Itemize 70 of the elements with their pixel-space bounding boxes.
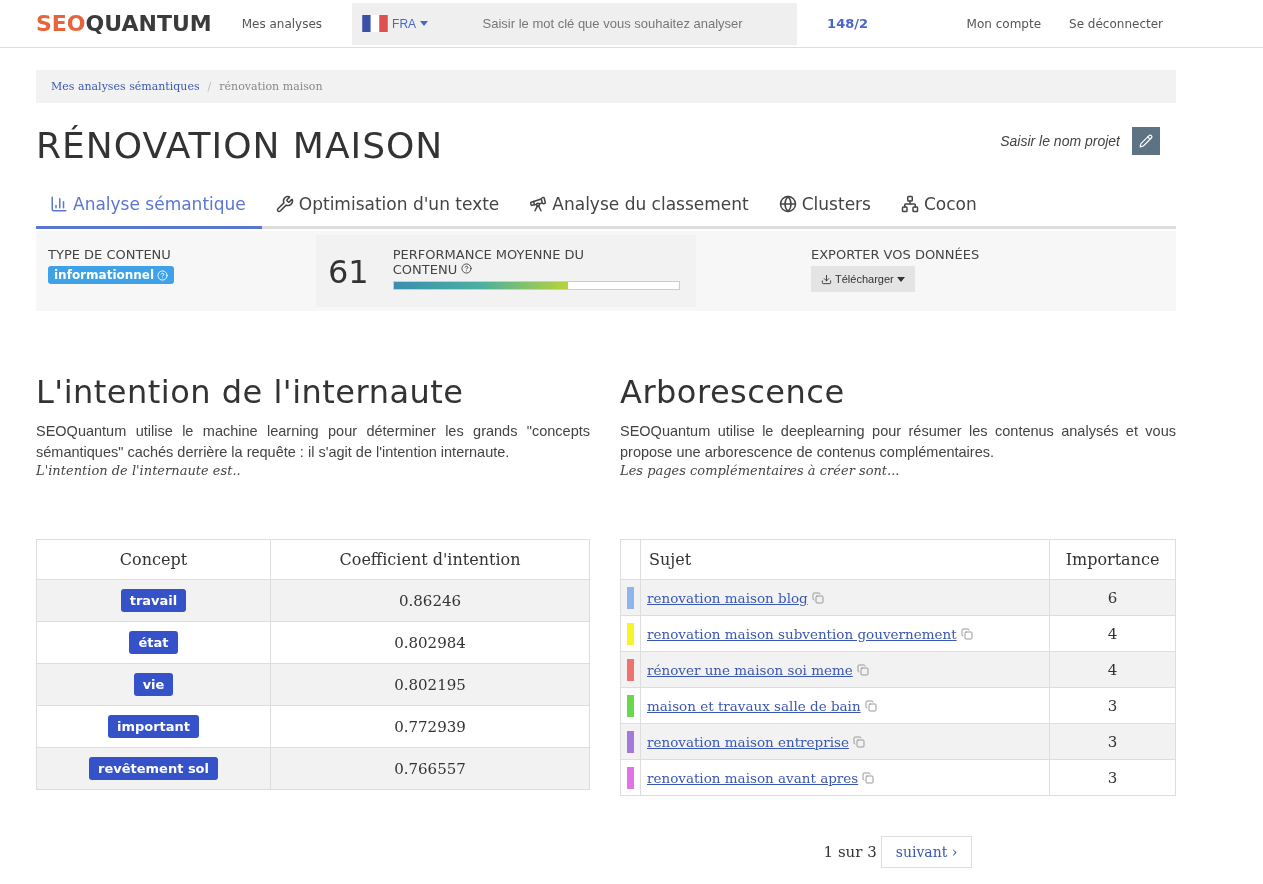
section-lead: Les pages complémentaires à créer sont... [620, 463, 901, 478]
table-cell: 4 [1049, 651, 1176, 688]
tab[interactable]: Cocon [886, 186, 993, 229]
copy-icon[interactable] [852, 735, 865, 748]
export-label: EXPORTER VOS DONNÉES [811, 247, 981, 262]
performance-score: 61 [328, 253, 369, 293]
performance-label: PERFORMANCE MOYENNE DU CONTENU [392, 247, 586, 277]
section-title: Arborescence [620, 373, 846, 411]
table-cell: 6 [1049, 579, 1176, 616]
copy-icon[interactable] [864, 699, 877, 712]
table-cell: 0.802984 [270, 621, 590, 664]
next-button[interactable]: suivant › [880, 836, 973, 868]
logo: SEOQUANTUM [36, 11, 212, 36]
subject-link[interactable]: renovation maison blog [647, 589, 808, 606]
bar-chart-icon [50, 195, 68, 213]
breadcrumb-link[interactable]: Mes analyses sémantiques [51, 80, 200, 93]
logout-link[interactable]: Se déconnecter [1069, 16, 1163, 31]
table-cell: 0.766557 [270, 747, 590, 790]
table-cell: 0.772939 [270, 705, 590, 748]
search-field[interactable]: Saisir le mot clé que vous souhaitez analyser [428, 2, 798, 45]
tab[interactable]: Optimisation d'un texte [261, 186, 516, 229]
help-icon [157, 269, 169, 281]
pencil-icon [1139, 134, 1153, 148]
telescope-icon [529, 195, 548, 213]
concept-tag: important [107, 715, 200, 738]
sitemap-icon [900, 195, 919, 213]
column-header: Importance [1049, 539, 1176, 580]
page-title: RÉNOVATION MAISON [36, 125, 444, 166]
language-dropdown[interactable]: FRA [352, 2, 429, 45]
copy-icon[interactable] [862, 771, 875, 784]
caret-icon [420, 21, 429, 26]
flag-icon [362, 15, 389, 32]
concept-tag: vie [133, 673, 174, 696]
wrench-icon [275, 195, 294, 213]
credits-counter: 148/2 [827, 16, 869, 31]
help-icon [461, 263, 473, 274]
table-cell: 3 [1049, 723, 1176, 760]
edit-button[interactable] [1132, 127, 1160, 155]
account-link[interactable]: Mon compte [966, 16, 1042, 31]
column-header: Concept [36, 539, 271, 580]
caret-icon [896, 276, 905, 282]
concept-tag: revêtement sol [88, 757, 218, 780]
section-title: L'intention de l'internaute [36, 373, 465, 411]
copy-icon[interactable] [856, 663, 869, 676]
concept-tag: état [129, 631, 178, 654]
column-header: Coefficient d'intention [270, 539, 590, 580]
copy-icon[interactable] [811, 591, 824, 604]
content-type-label: TYPE DE CONTENU [48, 247, 172, 262]
tab[interactable]: Analyse du classement [515, 186, 765, 229]
breadcrumb-current: rénovation maison [219, 80, 323, 93]
project-name-field[interactable]: Saisir le nom projet [982, 132, 1122, 150]
nav-link[interactable]: Mes analyses [241, 16, 323, 31]
breadcrumb-separator: / [207, 80, 212, 93]
table-cell: 0.802195 [270, 663, 590, 706]
section-lead: L'intention de l'internaute est.. [36, 463, 242, 478]
table-cell: 3 [1049, 759, 1176, 796]
section-description: SEOQuantum utilise le machine learning pour déterminer les grands "concepts sémantiques" cachés derrière la requête : il s'agit de l'intention internaute. [36, 422, 590, 462]
tab[interactable]: Clusters [764, 186, 887, 229]
column-header: Sujet [640, 539, 1050, 580]
globe-icon [778, 195, 797, 213]
download-button[interactable]: Télécharger [811, 266, 915, 292]
table-cell: 3 [1049, 687, 1176, 724]
table-cell: 4 [1049, 615, 1176, 652]
section-description: SEOQuantum utilise le deeplearning pour résumer les contenus analysés et vous propose une arborescence de contenus complémentaires. [620, 422, 1176, 462]
table-cell: 0.86246 [270, 579, 590, 622]
content-type-badge: informationnel [48, 266, 175, 284]
download-icon [821, 273, 832, 285]
concept-tag: travail [120, 589, 187, 612]
page-status: 1 sur 3 [823, 843, 877, 861]
copy-icon[interactable] [960, 627, 973, 640]
